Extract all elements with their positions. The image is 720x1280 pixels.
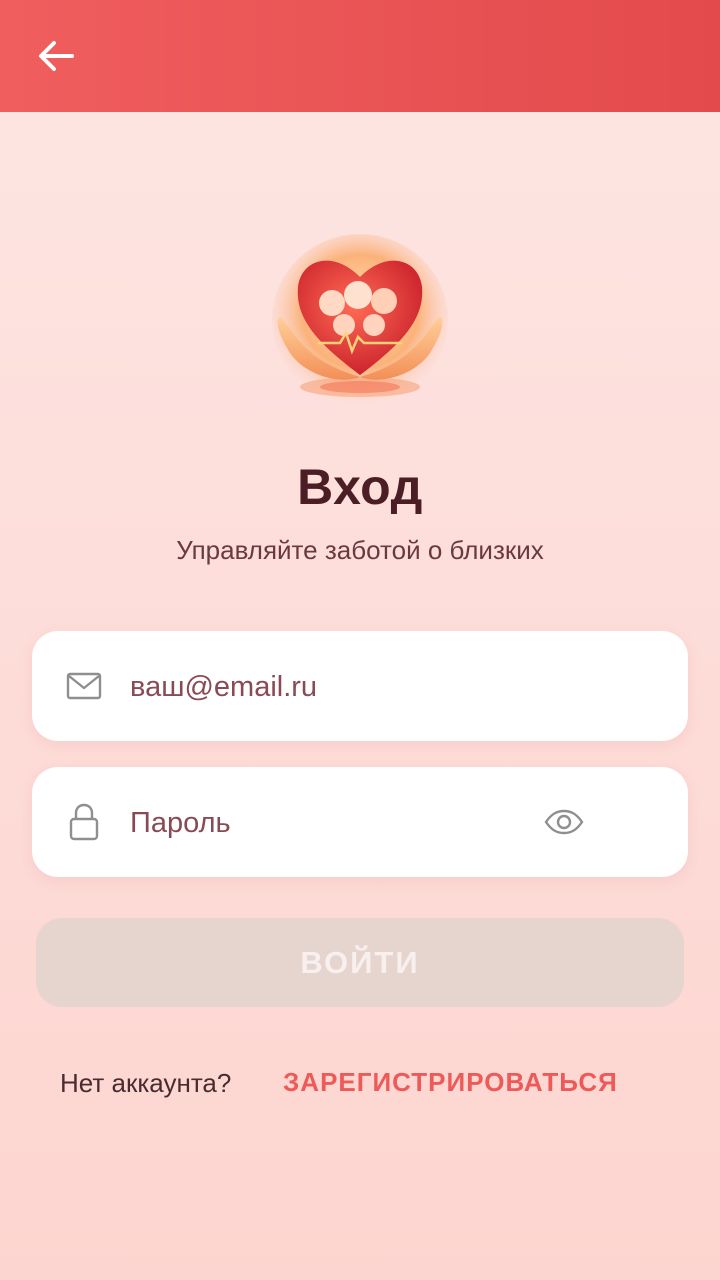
back-button[interactable] xyxy=(28,34,84,78)
lock-icon xyxy=(66,803,102,841)
app-logo xyxy=(260,225,460,410)
email-field[interactable] xyxy=(32,631,688,741)
page-title: Вход xyxy=(297,459,423,515)
password-input[interactable] xyxy=(128,797,532,849)
email-input[interactable] xyxy=(128,661,532,713)
password-field[interactable] xyxy=(32,767,688,877)
login-button[interactable]: ВОЙТИ xyxy=(36,918,684,1007)
arrow-left-icon xyxy=(39,41,74,71)
app-bar xyxy=(0,0,720,112)
page-subtitle: Управляйте заботой о близких xyxy=(176,535,544,565)
no-account-label: Нет аккаунта? xyxy=(60,1068,232,1098)
register-link[interactable]: ЗАРЕГИСТРИРОВАТЬСЯ xyxy=(283,1067,618,1098)
mail-icon xyxy=(66,668,102,704)
eye-icon[interactable] xyxy=(542,802,586,842)
